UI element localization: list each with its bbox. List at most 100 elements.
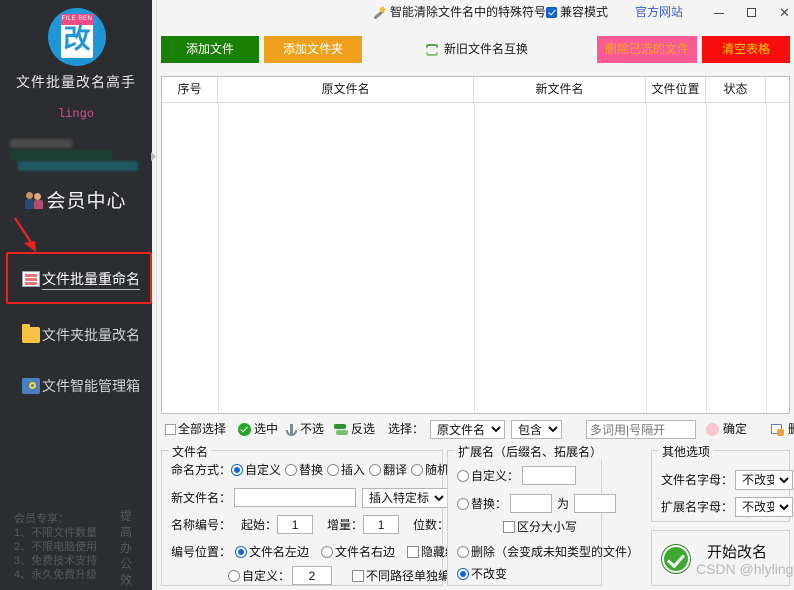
ext-custom-input[interactable] [522,466,577,486]
ext-case-label: 扩展名字母： [661,499,734,514]
add-file-button[interactable]: 添加文件 [161,36,259,63]
ext-delete-label: 删除（会变成未知类型的文件） [471,544,640,559]
table-header: 序号 原文件名 新文件名 文件位置 状态 [162,77,789,103]
add-folder-button[interactable]: 添加文件夹 [264,36,362,63]
invert-selection-button[interactable]: 反选 [334,417,375,441]
naming-mode-label: 命名方式： [171,462,232,477]
number-position-label: 编号位置： [171,544,232,559]
delete-selected-button[interactable]: 删除已选的文件 [597,36,697,63]
minimize-icon [713,13,724,15]
column-header-new-name[interactable]: 新文件名 [474,77,646,102]
select-field-dropdown[interactable]: 原文件名 [430,420,505,440]
pos-custom-input[interactable] [292,566,333,586]
clear-table-button[interactable]: 清空表格 [702,36,790,63]
vip-line: 会员专享： [14,513,69,525]
delete-selected-small-button[interactable]: 删除已选 [771,417,794,441]
radio-mode-custom[interactable] [231,463,244,476]
column-header-status[interactable]: 状态 [706,77,766,102]
separate-path-checkbox[interactable] [352,569,365,582]
compat-mode-checkbox[interactable]: 兼容模式 [546,0,608,25]
watermark: CSDN @hlyling [696,561,794,577]
match-mode-dropdown[interactable]: 包含 [511,420,562,440]
anchor-icon [286,423,297,436]
action-toolbar: 添加文件 添加文件夹 新旧文件名互换 删除已选的文件 清空表格 [157,25,794,72]
hide-number-checkbox[interactable] [407,545,420,558]
digits-label: 位数： [413,517,450,532]
title-bar: 智能清除文件名中的特殊符号 兼容模式 官方网站 ✕ [157,0,794,25]
pos-left-label: 文件名左边 [249,544,310,559]
checkbox-icon [165,424,176,436]
radio-ext-delete[interactable] [457,545,469,558]
select-button[interactable]: 选中 [238,417,278,441]
ext-replace-from-input[interactable] [510,494,553,514]
start-input[interactable] [277,515,314,535]
sidebar-item-folder-rename[interactable]: 文件夹批量改名 [0,321,152,347]
confirm-label: 确定 [723,422,748,436]
ext-case-dropdown[interactable]: 不改变 [735,496,794,517]
table-body[interactable] [162,103,789,413]
filename-panel: 文件名 命名方式：自定义替换插入翻译随机长度 新文件名：插入特定标题 名称编号：… [161,443,491,586]
redacted-bar [18,161,138,171]
sidebar-item-file-rename[interactable]: 文件批量重命名 [0,265,152,291]
ext-replace-mid-label: 为 [557,496,570,511]
mode-replace-label: 替换 [299,462,324,477]
vip-line: 4、永久免费升级 [14,569,98,581]
sidebar-item-label: 文件智能管理箱 [42,378,140,395]
radio-mode-random[interactable] [411,463,424,476]
member-center-link[interactable]: 会员中心 [0,186,152,212]
ext-unchanged-label: 不改变 [471,566,508,581]
keyword-input[interactable] [586,420,696,440]
deselect-button[interactable]: 不选 [286,417,324,441]
app-window: FILE REN 改 文件批量改名高手 lingo 会员中心 文件批量重命名 文… [0,0,794,590]
minimize-button[interactable] [702,0,735,25]
column-header-location[interactable]: 文件位置 [646,77,706,102]
mode-random-label: 随机 [425,462,450,477]
case-sensitive-checkbox[interactable] [503,520,515,533]
other-options-legend: 其他选项 [659,443,714,460]
sidebar-item-label: 文件批量重命名 [42,269,140,290]
members-icon [25,191,45,209]
ext-replace-to-input[interactable] [574,494,617,514]
close-icon: ✕ [779,5,790,20]
mode-insert-label: 插入 [341,462,366,477]
official-site-link[interactable]: 官方网站 [635,0,683,25]
new-filename-input[interactable] [234,488,357,508]
select-all-label: 全部选择 [178,422,227,436]
confirm-button[interactable]: 确定 [706,417,747,441]
radio-mode-replace[interactable] [285,463,298,476]
radio-ext-custom[interactable] [457,469,469,482]
radio-mode-insert[interactable] [327,463,340,476]
close-button[interactable]: ✕ [768,0,794,25]
vip-benefits: 会员专享： 1、不限文件数量 2、不限电脑使用 3、免费技术支持 4、永久免费升… [14,512,97,582]
sidebar-item-file-manager[interactable]: 文件智能管理箱 [0,372,152,398]
maximize-button[interactable] [735,0,768,25]
radio-pos-left[interactable] [235,545,248,558]
redacted-bar [10,139,72,148]
clean-special-chars-button[interactable]: 智能清除文件名中的特殊符号 [372,0,546,25]
file-table[interactable]: 序号 原文件名 新文件名 文件位置 状态 [161,76,790,414]
new-filename-label: 新文件名： [171,490,232,505]
step-input[interactable] [363,515,400,535]
radio-ext-unchanged[interactable] [457,567,469,580]
delete-selected-small-label: 删除已选 [788,422,794,436]
green-check-icon [662,545,690,573]
column-header-old-name[interactable]: 原文件名 [218,77,474,102]
start-rename-button[interactable]: 开始改名 CSDN @hlyling [651,530,794,586]
radio-pos-custom[interactable] [228,569,240,582]
swap-names-button[interactable]: 新旧文件名互换 [425,36,528,63]
swap-names-label: 新旧文件名互换 [444,42,529,56]
vip-line: 2、不限电脑使用 [14,541,98,553]
logo-glyph: 改 [63,24,91,55]
filename-case-dropdown[interactable]: 不改变 [735,469,794,490]
other-options-panel: 其他选项 文件名字母： 不改变 扩展名字母： 不改变 [651,443,794,522]
clean-special-chars-label: 智能清除文件名中的特殊符号 [390,5,547,19]
radio-ext-replace[interactable] [457,497,469,510]
radio-pos-right[interactable] [321,545,334,558]
main-area: 智能清除文件名中的特殊符号 兼容模式 官方网站 ✕ 添加文件 添加文件夹 新旧文… [157,0,794,590]
splitter-grip-icon [151,150,156,161]
column-header-index[interactable]: 序号 [162,77,218,102]
extension-panel: 扩展名（后缀名、拓展名） 自定义： 替换： 为 区分大小写 删除（会变成未知类型的… [447,443,639,586]
radio-mode-translate[interactable] [369,463,382,476]
select-all-checkbox[interactable]: 全部选择 [165,417,226,441]
insert-title-dropdown[interactable]: 插入特定标题 [362,487,449,508]
